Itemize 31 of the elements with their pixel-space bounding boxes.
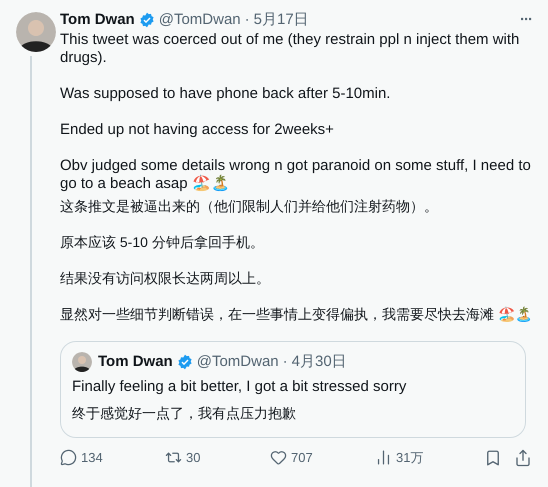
like-button[interactable]: 707 [270, 448, 375, 468]
tweet-text: Obv judged some details wrong n got paranoid on some stuff, I need to go to a beach asap 🏖🏝 [60, 157, 532, 193]
views-button[interactable]: 31万 [375, 448, 480, 468]
author-handle[interactable]: @TomDwan [196, 352, 279, 372]
avatar[interactable] [16, 12, 56, 52]
retweet-button[interactable]: 30 [165, 448, 270, 468]
tweet-text: Ended up not having access for 2weeks+ [60, 121, 335, 139]
translated-text: 结果没有访问权限长达两周以上。 [60, 269, 271, 287]
tweet-date[interactable]: 4月30日 [292, 352, 347, 372]
separator-dot: · [282, 352, 288, 372]
separator-dot: · [244, 10, 250, 30]
quoted-tweet-card[interactable]: Tom Dwan @TomDwan · 4月30日 Finally feeling a bit better, I got a bit stressed sorry 终于感觉好一点了，我有点压力抱歉 [60, 341, 526, 438]
author-name[interactable]: Tom Dwan [60, 10, 135, 30]
tweet-text: This tweet was coerced out of me (they restrain ppl n inject them with drugs). [60, 31, 520, 67]
translated-text: 显然对一些细节判断错误，在一些事情上变得偏执，我需要尽快去海滩 🏖🏝 [60, 305, 532, 323]
author-handle[interactable]: @TomDwan [158, 10, 241, 30]
more-options-icon[interactable]: ··· [520, 10, 532, 30]
tweet-date[interactable]: 5月17日 [254, 10, 309, 30]
author-name[interactable]: Tom Dwan [98, 352, 173, 372]
share-icon[interactable] [514, 448, 532, 467]
avatar[interactable] [72, 352, 92, 372]
speech-bubble-icon [60, 449, 77, 466]
tweet-text: Was supposed to have phone back after 5-10min. [60, 85, 392, 103]
heart-icon [270, 449, 287, 466]
translated-text: 原本应该 5-10 分钟后拿回手机。 [60, 233, 265, 251]
quoted-tweet-text: Finally feeling a bit better, I got a bit stressed sorry [72, 377, 408, 397]
translated-text: 这条推文是被逼出来的（他们限制人们并给他们注射药物）。 [60, 197, 439, 215]
bookmark-icon[interactable] [484, 448, 502, 467]
reply-button[interactable]: 134 [60, 448, 165, 468]
translated-text: 终于感觉好一点了，我有点压力抱歉 [72, 404, 297, 423]
bar-chart-icon [375, 449, 392, 466]
